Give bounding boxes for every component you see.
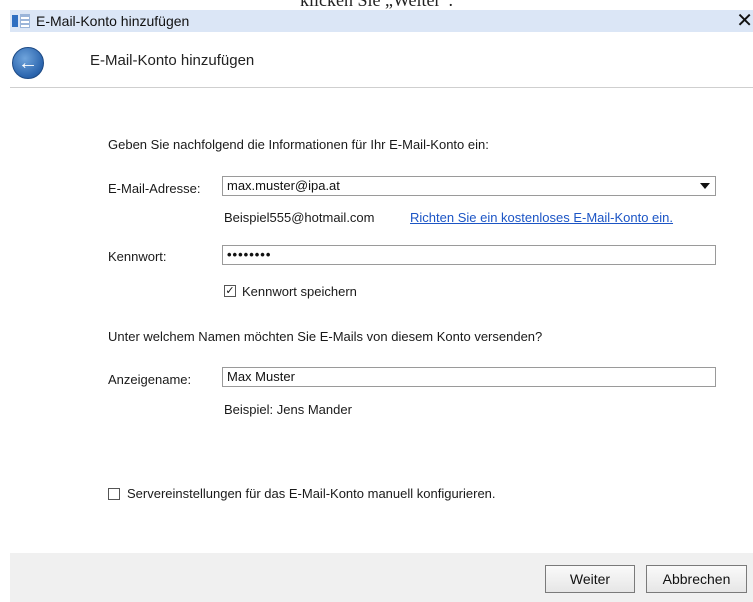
window-title: E-Mail-Konto hinzufügen [36,13,190,29]
app-window-icon [12,14,30,28]
email-combobox[interactable]: max.muster@ipa.at [222,176,716,196]
password-label: Kennwort: [108,249,167,264]
window-titlebar: E-Mail-Konto hinzufügen ✕ [10,10,753,32]
sender-question: Unter welchem Namen möchten Sie E-Mails … [108,329,543,344]
cancel-button[interactable]: Abbrechen [646,565,747,593]
email-example: Beispiel555@hotmail.com [224,210,375,225]
intro-text: Geben Sie nachfolgend die Informationen … [108,137,489,152]
top-caption: klicken Sie „Weiter“. [300,0,453,10]
manual-config-checkbox[interactable] [108,488,120,500]
save-password-label: Kennwort speichern [242,284,357,299]
display-name-input[interactable]: Max Muster [222,367,716,387]
free-account-link[interactable]: Richten Sie ein kostenloses E-Mail-Konto… [410,210,673,225]
email-label: E-Mail-Adresse: [108,181,201,196]
email-value: max.muster@ipa.at [227,178,340,193]
password-field[interactable]: •••••••• [222,245,716,265]
display-name-label: Anzeigename: [108,372,192,387]
chevron-down-icon[interactable] [695,177,715,195]
dialog-header: ← E-Mail-Konto hinzufügen [10,32,753,87]
manual-config-label: Servereinstellungen für das E-Mail-Konto… [127,486,496,501]
display-name-example: Beispiel: Jens Mander [224,402,352,417]
form-panel: Geben Sie nachfolgend die Informationen … [10,87,753,555]
next-button[interactable]: Weiter [545,565,635,593]
screen: klicken Sie „Weiter“. E-Mail-Konto hinzu… [0,0,753,602]
dialog-title: E-Mail-Konto hinzufügen [90,52,255,69]
back-arrow-icon[interactable]: ← [12,47,44,79]
save-password-checkbox[interactable]: ✓ [224,285,236,297]
close-icon[interactable]: ✕ [736,8,753,33]
dialog-footer: Weiter Abbrechen [10,553,753,602]
